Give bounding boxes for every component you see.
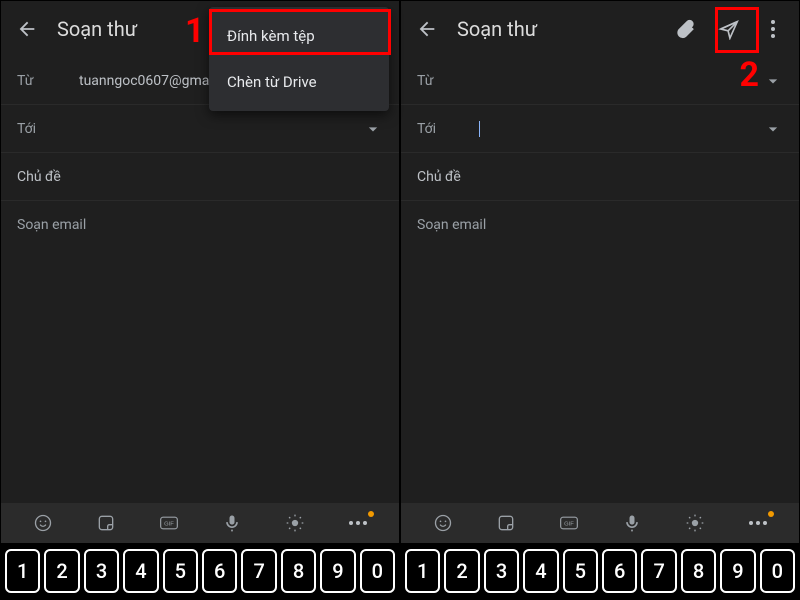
more-horizontal-icon[interactable] <box>344 509 372 537</box>
menu-attach-file[interactable]: Đính kèm tệp <box>209 13 389 59</box>
key-5[interactable]: 5 <box>563 549 598 593</box>
key-8[interactable]: 8 <box>281 549 316 593</box>
back-icon[interactable] <box>413 15 441 43</box>
back-icon[interactable] <box>13 15 41 43</box>
attachment-icon[interactable] <box>671 15 699 43</box>
to-row[interactable]: Tới <box>1 105 399 153</box>
sticker-icon[interactable] <box>492 509 520 537</box>
keyboard-toolbar: GIF <box>401 503 799 543</box>
right-screenshot: Soạn thư Từ Tới Chủ đề Soạn e <box>400 0 800 600</box>
left-screenshot: Soạn thư Từ tuanngoc0607@gmail.co Tới Ch… <box>0 0 400 600</box>
gif-icon[interactable]: GIF <box>555 509 583 537</box>
gear-icon[interactable] <box>281 509 309 537</box>
svg-text:GIF: GIF <box>164 522 174 528</box>
key-3[interactable]: 3 <box>484 549 519 593</box>
gear-icon[interactable] <box>681 509 709 537</box>
body-placeholder[interactable]: Soạn email <box>401 201 799 503</box>
subject-row[interactable]: Chủ đề <box>1 153 399 201</box>
attach-menu: Đính kèm tệp Chèn từ Drive <box>209 7 389 111</box>
chevron-down-icon[interactable] <box>759 71 783 91</box>
keyboard-toolbar: GIF <box>1 503 399 543</box>
key-0[interactable]: 0 <box>760 549 795 593</box>
subject-placeholder: Chủ đề <box>17 169 383 185</box>
emoji-icon[interactable] <box>429 509 457 537</box>
key-1[interactable]: 1 <box>405 549 440 593</box>
key-4[interactable]: 4 <box>123 549 158 593</box>
mic-icon[interactable] <box>618 509 646 537</box>
from-row[interactable]: Từ <box>401 57 799 105</box>
to-label: Tới <box>417 121 467 137</box>
sticker-icon[interactable] <box>92 509 120 537</box>
key-4[interactable]: 4 <box>523 549 558 593</box>
from-label: Từ <box>417 73 467 89</box>
to-row[interactable]: Tới <box>401 105 799 153</box>
key-7[interactable]: 7 <box>241 549 276 593</box>
text-cursor <box>479 121 480 137</box>
key-2[interactable]: 2 <box>44 549 79 593</box>
key-5[interactable]: 5 <box>163 549 198 593</box>
more-vertical-icon[interactable] <box>759 15 787 43</box>
body-placeholder[interactable]: Soạn email <box>1 201 399 503</box>
chevron-down-icon[interactable] <box>359 119 383 139</box>
key-9[interactable]: 9 <box>720 549 755 593</box>
key-9[interactable]: 9 <box>320 549 355 593</box>
to-value <box>479 120 747 136</box>
keyboard-number-row: 1 2 3 4 5 6 7 8 9 0 <box>401 543 799 599</box>
key-8[interactable]: 8 <box>681 549 716 593</box>
to-label: Tới <box>17 121 67 137</box>
key-6[interactable]: 6 <box>202 549 237 593</box>
subject-placeholder: Chủ đề <box>417 169 783 185</box>
more-horizontal-icon[interactable] <box>744 509 772 537</box>
compose-title: Soạn thư <box>457 17 655 41</box>
key-1[interactable]: 1 <box>5 549 40 593</box>
chevron-down-icon[interactable] <box>759 119 783 139</box>
svg-text:GIF: GIF <box>564 522 574 528</box>
menu-insert-drive[interactable]: Chèn từ Drive <box>209 59 389 105</box>
keyboard-number-row: 1 2 3 4 5 6 7 8 9 0 <box>1 543 399 599</box>
key-0[interactable]: 0 <box>360 549 395 593</box>
subject-row[interactable]: Chủ đề <box>401 153 799 201</box>
compose-topbar: Soạn thư <box>401 1 799 57</box>
mic-icon[interactable] <box>218 509 246 537</box>
from-label: Từ <box>17 73 67 89</box>
compose-fields: Từ Tới Chủ đề <box>401 57 799 201</box>
key-2[interactable]: 2 <box>444 549 479 593</box>
key-7[interactable]: 7 <box>641 549 676 593</box>
gif-icon[interactable]: GIF <box>155 509 183 537</box>
key-3[interactable]: 3 <box>84 549 119 593</box>
send-icon[interactable] <box>715 15 743 43</box>
key-6[interactable]: 6 <box>602 549 637 593</box>
emoji-icon[interactable] <box>29 509 57 537</box>
